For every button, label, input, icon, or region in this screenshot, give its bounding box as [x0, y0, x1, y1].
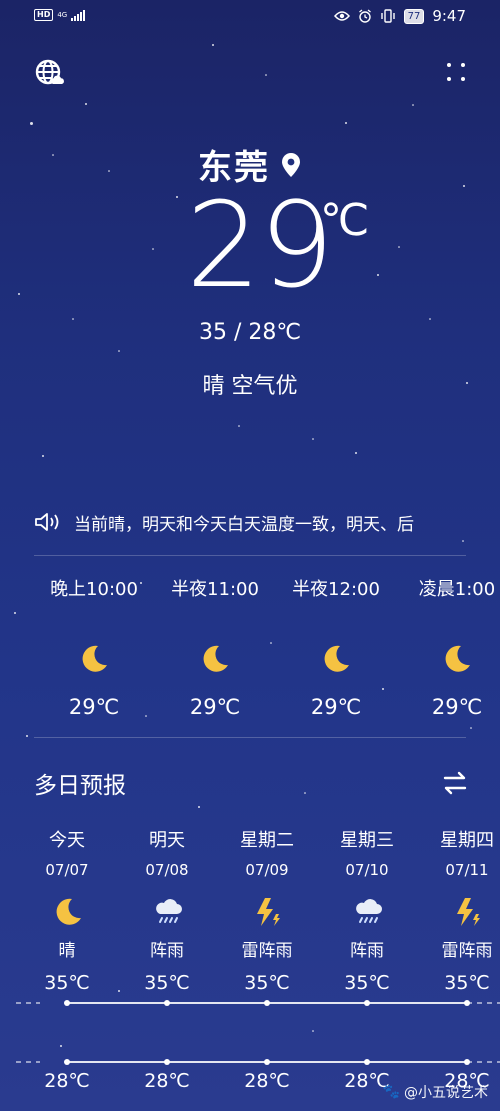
alarm-icon	[358, 9, 371, 23]
divider	[34, 555, 466, 556]
day-name: 明天	[149, 830, 185, 851]
day-name: 星期二	[240, 830, 294, 851]
current-condition: 晴 空气优	[202, 374, 298, 399]
divider	[34, 737, 466, 738]
hourly-item: 半夜12:00 29℃	[276, 575, 396, 719]
daily-item: 星期三 07/10 阵雨 35℃ 28℃	[317, 826, 417, 1092]
weather-screen: HD 4G 77 9:47 东莞 29 ℃ 35 / 28℃ 晴 空气优 当前晴…	[0, 0, 500, 1111]
hour-time: 晚上10:00	[50, 579, 138, 600]
hour-temp: 29℃	[310, 695, 362, 719]
low-point	[464, 1059, 470, 1065]
hour-temp: 29℃	[68, 695, 120, 719]
status-time: 9:47	[432, 7, 466, 25]
hourly-forecast[interactable]: 晚上10:00 29℃ 半夜11:00 29℃ 半夜12:00 29℃ 凌晨1:…	[34, 575, 500, 735]
hour-temp: 29℃	[189, 695, 241, 719]
day-date: 07/09	[245, 861, 289, 879]
day-low: 28℃	[244, 1070, 290, 1092]
daily-item: 星期二 07/09 雷阵雨 35℃ 28℃	[217, 826, 317, 1092]
vibrate-icon	[380, 9, 395, 23]
signal-icon	[71, 9, 86, 21]
moon-icon	[56, 898, 81, 925]
day-date: 07/11	[445, 861, 489, 879]
city-manage-globe-icon[interactable]	[34, 58, 64, 88]
temperature-curves	[16, 1000, 500, 1065]
hour-temp: 29℃	[431, 695, 483, 719]
rain-cloud-icon	[156, 899, 182, 923]
low-point	[164, 1059, 170, 1065]
rain-cloud-icon	[356, 899, 382, 923]
today-range: 35 / 28℃	[198, 320, 302, 345]
watermark-text: @小五说艺术	[404, 1085, 488, 1101]
day-date: 07/10	[345, 861, 389, 879]
day-condition: 雷阵雨	[441, 941, 493, 961]
location-pin-icon	[282, 152, 300, 177]
low-point	[264, 1059, 270, 1065]
hour-time: 凌晨1:00	[418, 579, 496, 600]
battery-icon: 77	[403, 8, 425, 24]
day-name: 星期四	[440, 830, 494, 851]
daily-item: 明天 07/08 阵雨 35℃ 28℃	[117, 826, 217, 1092]
hour-time: 半夜11:00	[171, 579, 259, 600]
hourly-item: 半夜11:00 29℃	[155, 575, 275, 719]
high-point	[364, 1000, 370, 1006]
voice-broadcast-row[interactable]: 当前晴，明天和今天白天温度一致，明天、后	[34, 506, 466, 538]
day-name: 今天	[49, 830, 85, 851]
daily-item: 星期四 07/11 雷阵雨 35℃ 28℃	[417, 826, 500, 1092]
day-condition: 阵雨	[350, 941, 384, 961]
day-condition: 阵雨	[150, 941, 184, 961]
daily-item: 今天 07/07 晴 35℃ 28℃	[17, 826, 117, 1092]
moon-icon	[203, 645, 228, 672]
speaker-icon[interactable]	[34, 511, 62, 533]
day-low: 28℃	[44, 1070, 90, 1092]
high-point	[264, 1000, 270, 1006]
forecast-title: 多日预报	[34, 773, 126, 799]
day-date: 07/07	[45, 861, 89, 879]
low-point	[64, 1059, 70, 1065]
status-right: 77 9:47	[333, 7, 466, 25]
more-options-icon[interactable]	[444, 60, 468, 84]
day-name: 星期三	[340, 830, 394, 851]
day-condition: 晴	[58, 941, 76, 961]
high-point	[464, 1000, 470, 1006]
moon-icon	[82, 645, 107, 672]
watermark: 🐾 @小五说艺术	[383, 1082, 488, 1102]
hourly-item: 晚上10:00 29℃	[34, 575, 154, 719]
thunder-icon	[257, 898, 280, 926]
current-temperature: 29	[186, 176, 334, 314]
moon-icon	[324, 645, 349, 672]
high-point	[64, 1000, 70, 1006]
day-date: 07/08	[145, 861, 189, 879]
thunder-icon	[457, 898, 480, 926]
eye-icon	[333, 11, 350, 21]
network-type: 4G	[57, 10, 68, 19]
moon-icon	[445, 645, 470, 672]
hourly-item: 凌晨1:00 29℃	[397, 575, 500, 719]
high-point	[164, 1000, 170, 1006]
swap-view-icon[interactable]	[442, 770, 468, 796]
status-bar: HD 4G 77 9:47	[0, 0, 500, 34]
weather-summary-text: 当前晴，明天和今天白天温度一致，明天、后	[74, 514, 414, 535]
status-left: HD 4G	[34, 9, 86, 21]
paw-icon: 🐾	[382, 1084, 400, 1100]
low-point	[364, 1059, 370, 1065]
hour-time: 半夜12:00	[292, 579, 380, 600]
hd-badge: HD	[34, 9, 54, 21]
temperature-unit: ℃	[320, 195, 370, 246]
day-condition: 雷阵雨	[241, 941, 293, 961]
day-low: 28℃	[144, 1070, 190, 1092]
